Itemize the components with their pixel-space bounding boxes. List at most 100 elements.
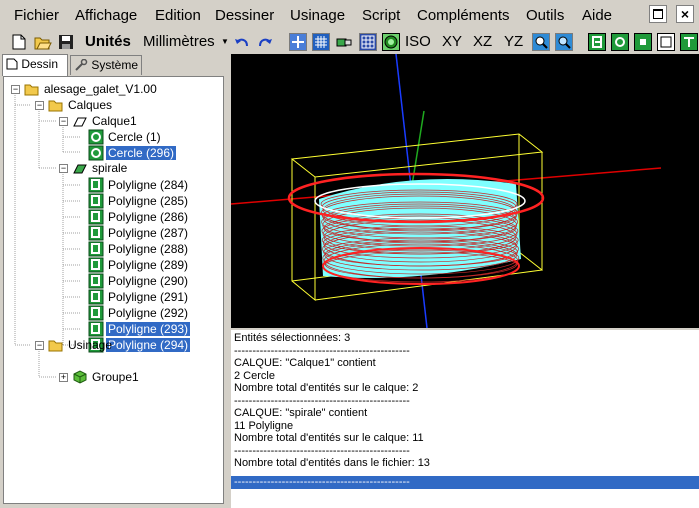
tree-groupe1-label: Groupe1 [92, 370, 139, 384]
document-icon [6, 58, 18, 70]
view-yz-button[interactable]: YZ [504, 32, 523, 52]
circle-tool-button[interactable] [611, 33, 629, 51]
3d-viewport[interactable] [231, 54, 699, 328]
folder-open-icon [48, 340, 63, 352]
menu-complements[interactable]: Compléments [417, 7, 510, 25]
tree-calque1[interactable]: Calque1 [72, 113, 139, 129]
wrench-icon [75, 58, 88, 71]
redo-icon [259, 38, 272, 47]
point-icon [640, 39, 646, 45]
save-icon [59, 35, 73, 49]
polyline-icon [88, 273, 104, 289]
console-line: ----------------------------------------… [234, 344, 410, 357]
tree-polyligne[interactable]: Polyligne (287) [88, 225, 190, 241]
tree-polyligne[interactable]: Polyligne (292) [88, 305, 190, 321]
tree-root[interactable]: alesage_galet_V1.00 [24, 81, 159, 97]
menu-script[interactable]: Script [362, 7, 400, 25]
tree-polyligne-label: Polyligne (287) [108, 226, 189, 240]
open-file-button[interactable] [33, 32, 53, 52]
layer-tool-button[interactable] [335, 32, 353, 52]
zoom-extents-button[interactable] [532, 33, 550, 51]
tree-spirale[interactable]: spirale [72, 160, 129, 176]
close-button[interactable]: × [676, 5, 694, 23]
circle-icon [88, 129, 104, 145]
undo-button[interactable] [233, 32, 251, 52]
menu-fichier[interactable]: Fichier [14, 7, 59, 25]
tab-dessin-label: Dessin [21, 57, 59, 71]
tree-polyligne[interactable]: Polyligne (289) [88, 257, 190, 273]
open-folder-icon [34, 37, 52, 49]
expand-root-toggle[interactable]: − [11, 85, 20, 94]
tree-polyligne[interactable]: Polyligne (291) [88, 289, 190, 305]
menu-usinage[interactable]: Usinage [290, 7, 345, 25]
layer-active-icon [73, 164, 87, 174]
console-line: 11 Polyligne [234, 419, 294, 432]
tree-polyligne[interactable]: Polyligne (284) [88, 177, 190, 193]
tab-systeme[interactable]: Système [70, 55, 142, 75]
view-xz-button[interactable]: XZ [473, 32, 492, 52]
console-line: ----------------------------------------… [234, 444, 410, 457]
units-label: Unités [85, 33, 131, 50]
tree-calques-label: Calques [68, 98, 113, 112]
rectangle-tool-button[interactable] [657, 33, 675, 51]
spiral-toolpath [287, 172, 545, 285]
redo-button[interactable] [256, 32, 274, 52]
snap-grid-button[interactable] [289, 33, 307, 51]
units-select[interactable]: Millimètres ▼ [140, 32, 230, 52]
tree-polyligne-label: Polyligne (288) [108, 242, 189, 256]
new-file-icon [12, 34, 26, 50]
text-tool-button[interactable] [680, 33, 698, 51]
expand-groupe1-toggle[interactable]: + [59, 373, 68, 382]
grid-button[interactable] [312, 33, 330, 51]
polyline-icon [88, 289, 104, 305]
tab-dessin[interactable]: Dessin [2, 54, 68, 76]
expand-spirale-toggle[interactable]: − [59, 164, 68, 173]
menu-aide[interactable]: Aide [582, 7, 612, 25]
polyline-icon [88, 225, 104, 241]
tree-polyligne-label: Polyligne (292) [108, 306, 189, 320]
tree-usinage[interactable]: Usinage [48, 337, 114, 353]
point-tool-button[interactable] [634, 33, 652, 51]
menu-affichage[interactable]: Affichage [75, 7, 137, 25]
tree-polyligne-label: Polyligne (293) [106, 322, 191, 336]
menu-edition[interactable]: Edition [155, 7, 201, 25]
close-icon: × [680, 6, 690, 22]
polyline-tool-button[interactable] [588, 33, 606, 51]
expand-calques-toggle[interactable]: − [35, 101, 44, 110]
drawing-tree: − alesage_galet_V1.00 − Calques − Calque… [3, 76, 224, 504]
tree-polyligne[interactable]: Polyligne (288) [88, 241, 190, 257]
circle-icon [615, 37, 625, 47]
menu-bar: Fichier Affichage Edition Dessiner Usina… [0, 0, 699, 30]
table-icon [361, 35, 375, 49]
save-button[interactable] [57, 32, 75, 52]
view-iso-button[interactable]: ISO [405, 32, 431, 52]
zoom-button[interactable] [555, 33, 573, 51]
expand-calque1-toggle[interactable]: − [59, 117, 68, 126]
viewport-canvas [231, 54, 662, 328]
restore-button[interactable] [649, 5, 667, 23]
output-console: Entités sélectionnées: 3 ----------------… [231, 330, 699, 508]
new-file-button[interactable] [10, 32, 28, 52]
toolbar: Unités Millimètres ▼ ISO XY XZ YZ [0, 30, 699, 54]
tree-cercle-1[interactable]: Cercle (1) [88, 129, 163, 145]
text-icon [684, 37, 694, 47]
console-line: Nombre total d'entités sur le calque: 2 [234, 382, 419, 394]
tree-groupe1[interactable]: Groupe1 [72, 369, 141, 385]
tree-polyligne[interactable]: Polyligne (286) [88, 209, 190, 225]
table-button[interactable] [359, 33, 377, 51]
sphere-icon [384, 35, 398, 49]
tree-polyligne-label: Polyligne (289) [108, 258, 189, 272]
tree-polyligne[interactable]: Polyligne (293) [88, 321, 191, 337]
console-line: 2 Cercle [234, 369, 275, 382]
menu-dessiner[interactable]: Dessiner [215, 7, 274, 25]
tree-polyligne[interactable]: Polyligne (290) [88, 273, 190, 289]
tree-polyligne-label: Polyligne (291) [108, 290, 189, 304]
view-xy-button[interactable]: XY [442, 32, 462, 52]
tree-polyligne[interactable]: Polyligne (285) [88, 193, 190, 209]
tree-cercle-296[interactable]: Cercle (296) [88, 145, 177, 161]
menu-outils[interactable]: Outils [526, 7, 564, 25]
cube-icon [73, 370, 87, 384]
render-view-button[interactable] [382, 33, 400, 51]
expand-usinage-toggle[interactable]: − [35, 341, 44, 350]
tree-calques[interactable]: Calques [48, 97, 114, 113]
